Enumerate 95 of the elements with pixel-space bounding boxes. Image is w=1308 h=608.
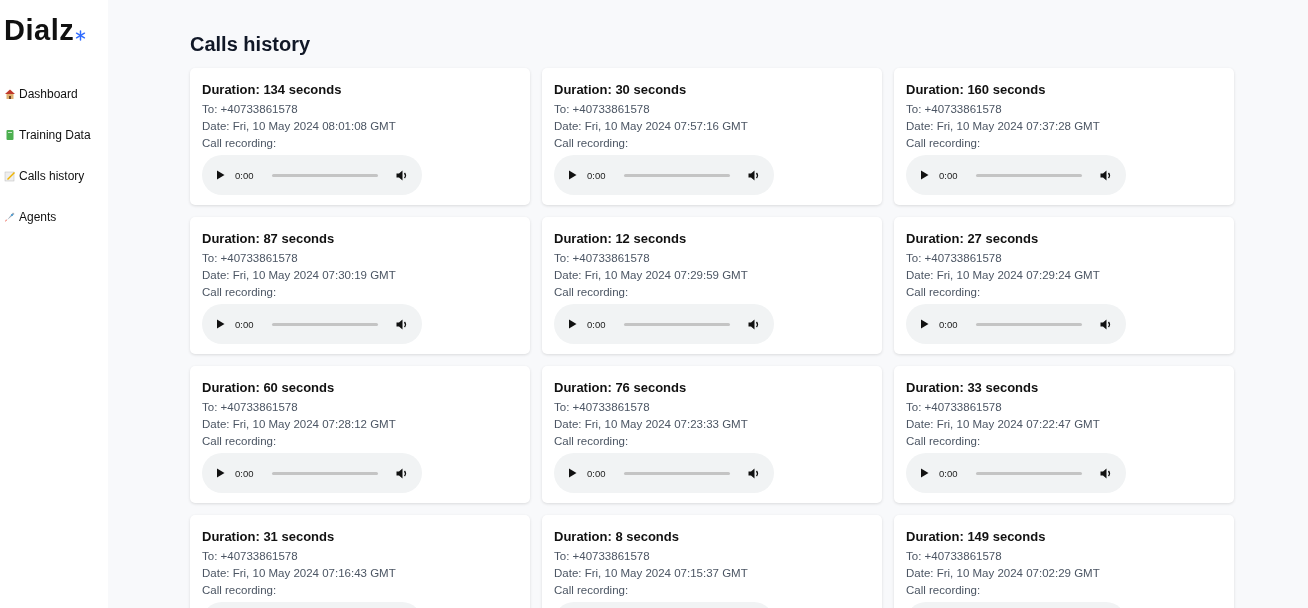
time-display: 0:00 <box>939 467 958 479</box>
call-duration: Duration: 33 seconds <box>906 380 1040 395</box>
call-duration: Duration: 30 seconds <box>554 82 688 97</box>
call-recipient: To: +40733861578 <box>202 549 299 564</box>
call-date: Date: Fri, 10 May 2024 07:16:43 GMT <box>202 566 397 581</box>
audio-player[interactable]: 0:00 <box>554 304 774 344</box>
call-recipient: To: +40733861578 <box>202 400 299 415</box>
audio-player[interactable]: 0:00 <box>906 304 1126 344</box>
recording-label: Call recording: <box>554 136 630 151</box>
audio-player[interactable]: 0:00 <box>202 155 422 195</box>
play-icon[interactable] <box>920 319 929 329</box>
call-date: Date: Fri, 10 May 2024 07:37:28 GMT <box>906 119 1101 134</box>
call-date: Date: Fri, 10 May 2024 07:30:19 GMT <box>202 268 397 283</box>
play-icon[interactable] <box>216 170 225 180</box>
call-date: Date: Fri, 10 May 2024 07:29:24 GMT <box>906 268 1101 283</box>
play-icon[interactable] <box>568 170 577 180</box>
book-icon <box>4 129 16 141</box>
call-duration: Duration: 31 seconds <box>202 529 336 544</box>
sidebar-item[interactable]: Calls history <box>4 169 108 183</box>
time-display: 0:00 <box>235 169 254 181</box>
call-recipient: To: +40733861578 <box>202 102 299 117</box>
call-date: Date: Fri, 10 May 2024 07:57:16 GMT <box>554 119 749 134</box>
call-duration: Duration: 12 seconds <box>554 231 688 246</box>
time-display: 0:00 <box>587 169 606 181</box>
speaker-icon[interactable] <box>748 467 760 479</box>
recording-label: Call recording: <box>202 434 278 449</box>
call-recipient: To: +40733861578 <box>554 400 651 415</box>
recording-label: Call recording: <box>554 583 630 598</box>
call-recipient: To: +40733861578 <box>554 549 651 564</box>
recording-label: Call recording: <box>906 434 982 449</box>
call-duration: Duration: 149 seconds <box>906 529 1047 544</box>
recording-label: Call recording: <box>906 583 982 598</box>
time-display: 0:00 <box>939 318 958 330</box>
sidebar-item[interactable]: Training Data <box>4 128 108 142</box>
time-display: 0:00 <box>587 318 606 330</box>
speaker-icon[interactable] <box>1100 318 1112 330</box>
call-recipient: To: +40733861578 <box>202 251 299 266</box>
play-icon[interactable] <box>568 319 577 329</box>
call-recipient: To: +40733861578 <box>554 251 651 266</box>
recording-label: Call recording: <box>554 285 630 300</box>
speaker-icon[interactable] <box>396 318 408 330</box>
asterisk-icon <box>75 30 87 41</box>
play-icon[interactable] <box>216 468 225 478</box>
call-recipient: To: +40733861578 <box>554 102 651 117</box>
recording-label: Call recording: <box>554 434 630 449</box>
speaker-icon[interactable] <box>396 169 408 181</box>
call-date: Date: Fri, 10 May 2024 07:28:12 GMT <box>202 417 397 432</box>
play-icon[interactable] <box>568 468 577 478</box>
sidebar-item[interactable]: Dashboard <box>4 87 108 101</box>
time-display: 0:00 <box>939 169 958 181</box>
call-duration: Duration: 27 seconds <box>906 231 1040 246</box>
call-duration: Duration: 160 seconds <box>906 82 1047 97</box>
call-duration: Duration: 8 seconds <box>554 529 680 544</box>
call-date: Date: Fri, 10 May 2024 07:29:59 GMT <box>554 268 749 283</box>
time-display: 0:00 <box>235 318 254 330</box>
call-date: Date: Fri, 10 May 2024 08:01:08 GMT <box>202 119 397 134</box>
call-recipient: To: +40733861578 <box>906 549 1003 564</box>
call-recipient: To: +40733861578 <box>906 102 1003 117</box>
play-icon[interactable] <box>216 319 225 329</box>
recording-label: Call recording: <box>202 583 278 598</box>
page-title: Calls history <box>190 33 312 56</box>
call-duration: Duration: 134 seconds <box>202 82 343 97</box>
time-display: 0:00 <box>587 467 606 479</box>
recording-label: Call recording: <box>906 136 982 151</box>
call-date: Date: Fri, 10 May 2024 07:23:33 GMT <box>554 417 749 432</box>
recording-label: Call recording: <box>906 285 982 300</box>
speaker-icon[interactable] <box>1100 467 1112 479</box>
time-display: 0:00 <box>235 467 254 479</box>
memo-icon <box>4 170 16 182</box>
call-date: Date: Fri, 10 May 2024 07:02:29 GMT <box>906 566 1101 581</box>
call-date: Date: Fri, 10 May 2024 07:22:47 GMT <box>906 417 1101 432</box>
play-icon[interactable] <box>920 468 929 478</box>
house-icon <box>4 88 16 100</box>
recording-label: Call recording: <box>202 136 278 151</box>
play-icon[interactable] <box>920 170 929 180</box>
call-duration: Duration: 87 seconds <box>202 231 336 246</box>
call-duration: Duration: 76 seconds <box>554 380 688 395</box>
rocket-icon <box>4 211 16 223</box>
speaker-icon[interactable] <box>748 318 760 330</box>
call-recipient: To: +40733861578 <box>906 400 1003 415</box>
speaker-icon[interactable] <box>748 169 760 181</box>
audio-player[interactable]: 0:00 <box>202 304 422 344</box>
speaker-icon[interactable] <box>1100 169 1112 181</box>
recording-label: Call recording: <box>202 285 278 300</box>
audio-player[interactable]: 0:00 <box>554 453 774 493</box>
audio-player[interactable]: 0:00 <box>906 155 1126 195</box>
call-date: Date: Fri, 10 May 2024 07:15:37 GMT <box>554 566 749 581</box>
audio-player[interactable]: 0:00 <box>554 155 774 195</box>
speaker-icon[interactable] <box>396 467 408 479</box>
call-duration: Duration: 60 seconds <box>202 380 336 395</box>
call-recipient: To: +40733861578 <box>906 251 1003 266</box>
sidebar-item[interactable]: Agents <box>4 210 108 224</box>
logo-text: Dialz <box>4 14 75 47</box>
audio-player[interactable]: 0:00 <box>202 453 422 493</box>
audio-player[interactable]: 0:00 <box>906 453 1126 493</box>
